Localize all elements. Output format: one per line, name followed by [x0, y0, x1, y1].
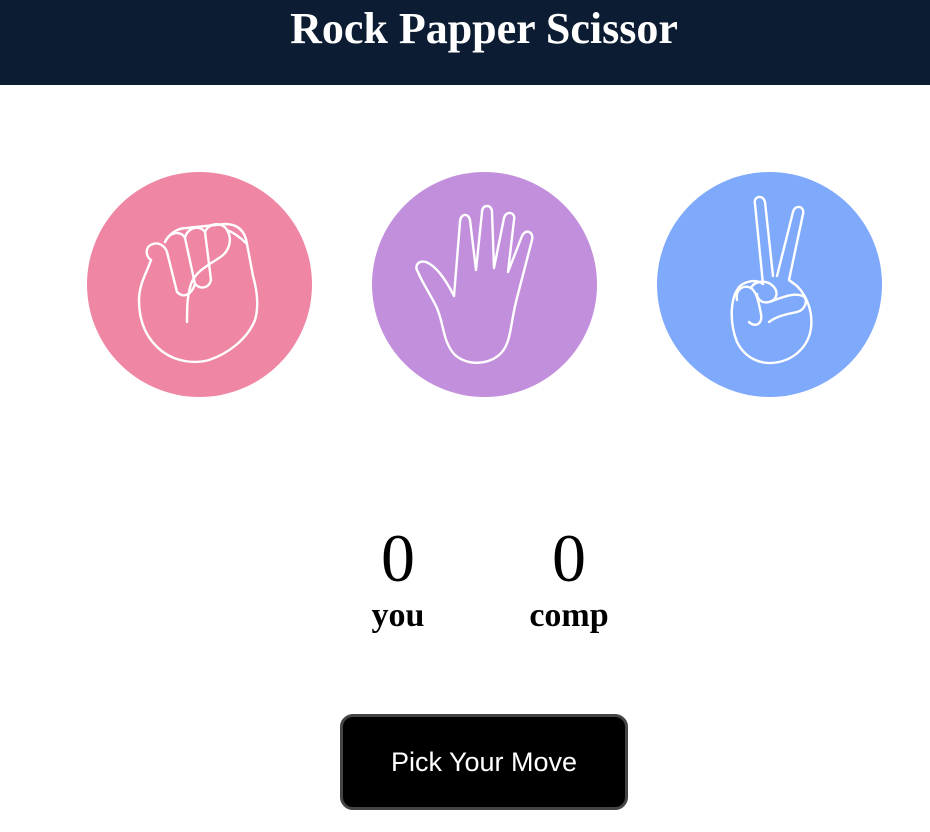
message-box: Pick Your Move: [340, 714, 628, 810]
rock-choice-button[interactable]: [87, 172, 312, 397]
open-hand-icon: [415, 204, 534, 364]
page-title: Rock Papper Scissor: [290, 4, 678, 53]
paper-choice-button[interactable]: [372, 172, 597, 397]
comp-score-value: 0: [552, 520, 586, 596]
comp-score-label: comp: [529, 597, 609, 634]
fist-icon: [137, 222, 259, 364]
header-bar: Rock Papper Scissor: [0, 0, 930, 85]
user-score-label: you: [371, 597, 425, 634]
scissor-choice-button[interactable]: [657, 172, 882, 397]
comp-score: 0 comp: [489, 522, 649, 642]
user-score-value: 0: [381, 520, 415, 596]
peace-sign-icon: [730, 195, 813, 365]
user-score: 0 you: [318, 522, 478, 642]
